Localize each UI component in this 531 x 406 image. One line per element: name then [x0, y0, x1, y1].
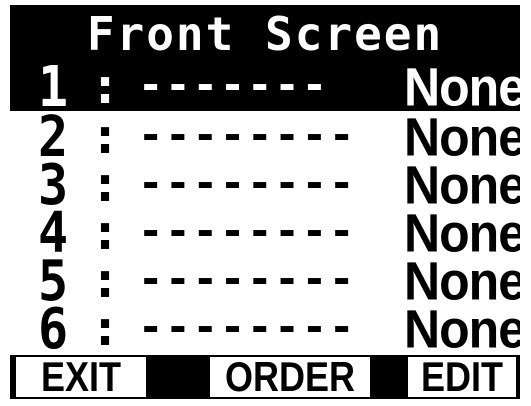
screen-title: Front Screen	[86, 7, 444, 61]
slot-name-placeholder: -------	[138, 63, 330, 109]
slot-colon: :	[90, 251, 121, 309]
edit-softkey-label: EDIT	[420, 357, 503, 397]
exit-softkey-label: EXIT	[40, 357, 121, 397]
slot-name-placeholder: --------	[138, 209, 357, 255]
slot-colon: :	[90, 107, 121, 165]
slot-name-placeholder: --------	[138, 113, 357, 159]
slot-name-placeholder: --------	[138, 257, 357, 303]
order-softkey[interactable]: ORDER	[210, 357, 370, 397]
slot-name-placeholder: --------	[138, 305, 357, 351]
slot-row-1[interactable]: 1 : ------- None	[10, 56, 520, 118]
order-softkey-label: ORDER	[224, 357, 355, 397]
exit-softkey[interactable]: EXIT	[16, 357, 146, 397]
slot-colon: :	[90, 299, 121, 357]
slot-row-6[interactable]: 6 : -------- None	[10, 296, 520, 362]
slot-value: None	[404, 298, 520, 360]
slot-colon: :	[90, 155, 121, 213]
softkey-bar: EXIT ORDER EDIT	[10, 355, 520, 399]
slot-colon: :	[90, 203, 121, 261]
slot-value: None	[404, 56, 520, 118]
edit-softkey[interactable]: EDIT	[408, 357, 516, 397]
lcd-screen: Front Screen 1 : ------- None 2 : ------…	[10, 5, 520, 399]
slot-name-placeholder: --------	[138, 161, 357, 207]
slot-list: 1 : ------- None 2 : -------- None 3 : -…	[10, 56, 520, 362]
slot-colon: :	[90, 57, 121, 115]
slot-number: 6	[38, 296, 69, 362]
